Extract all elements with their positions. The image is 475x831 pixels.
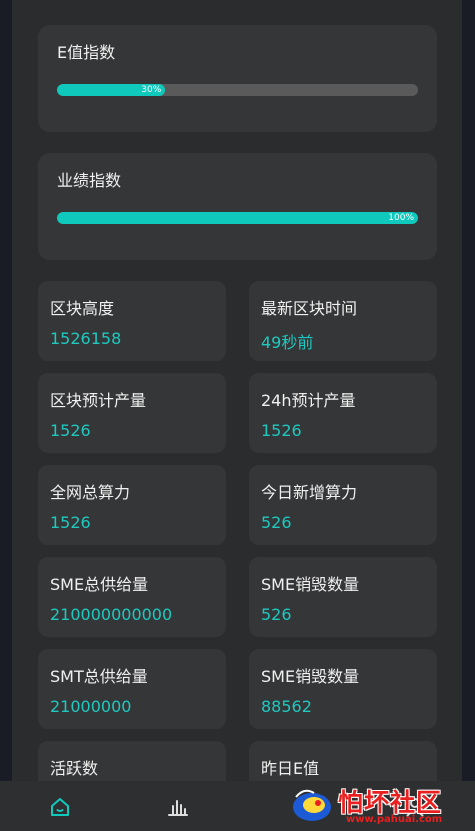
stat-value: 88562: [261, 697, 312, 716]
performance-index-progress-fill: 100%: [57, 212, 418, 224]
e-index-title: E值指数: [57, 43, 116, 62]
stat-card-total-hashrate: 全网总算力 1526: [38, 465, 226, 545]
performance-index-percent: 100%: [388, 213, 414, 223]
stat-card-block-height: 区块高度 1526158: [38, 281, 226, 361]
stat-label: SME销毁数量: [261, 575, 360, 594]
e-index-card: E值指数 30%: [38, 25, 437, 132]
stat-card-sme-burned-2: SME销毁数量 88562: [249, 649, 437, 729]
performance-index-title: 业绩指数: [57, 171, 122, 190]
nav-stats[interactable]: [165, 794, 191, 820]
stat-label: 全网总算力: [50, 483, 131, 502]
e-index-progress-fill: 30%: [57, 84, 166, 96]
stat-card-block-estimated-output: 区块预计产量 1526: [38, 373, 226, 453]
watermark-url: www.pahuai.com: [346, 814, 443, 825]
stat-card-smt-total-supply: SMT总供给量 21000000: [38, 649, 226, 729]
performance-index-card: 业绩指数 100%: [38, 153, 437, 260]
stat-card-sme-burned: SME销毁数量 526: [249, 557, 437, 637]
stat-label: 区块高度: [50, 299, 115, 318]
watermark-logo-icon: [293, 789, 331, 821]
stat-value: 1526158: [50, 329, 122, 348]
stat-label: SME总供给量: [50, 575, 149, 594]
stat-card-sme-total-supply: SME总供给量 210000000000: [38, 557, 226, 637]
home-icon: [51, 798, 69, 816]
e-index-progress-track: 30%: [57, 84, 418, 96]
performance-index-progress-track: 100%: [57, 212, 418, 224]
stat-label: 活跃数: [50, 759, 99, 778]
stat-value: 49秒前: [261, 333, 314, 352]
stat-label: 最新区块时间: [261, 299, 358, 318]
stat-value: 210000000000: [50, 605, 173, 624]
e-index-percent: 30%: [141, 85, 162, 95]
stat-value: 21000000: [50, 697, 132, 716]
stat-label: 今日新增算力: [261, 483, 358, 502]
stat-label: 24h预计产量: [261, 391, 356, 410]
stat-label: 昨日E值: [261, 759, 320, 778]
stat-card-24h-estimated-output: 24h预计产量 1526: [249, 373, 437, 453]
stat-label: SMT总供给量: [50, 667, 148, 686]
stat-value: 526: [261, 513, 292, 532]
stat-card-new-hashrate-today: 今日新增算力 526: [249, 465, 437, 545]
stat-card-latest-block-time: 最新区块时间 49秒前: [249, 281, 437, 361]
bar-chart-icon: [168, 800, 188, 816]
stat-value: 1526: [261, 421, 302, 440]
stat-label: SME销毁数量: [261, 667, 360, 686]
nav-home[interactable]: [47, 794, 73, 820]
stat-value: 526: [261, 605, 292, 624]
stat-value: 1526: [50, 513, 91, 532]
stat-label: 区块预计产量: [50, 391, 147, 410]
stat-value: 1526: [50, 421, 91, 440]
watermark: 怕坏社区 www.pahuai.com: [290, 781, 475, 831]
